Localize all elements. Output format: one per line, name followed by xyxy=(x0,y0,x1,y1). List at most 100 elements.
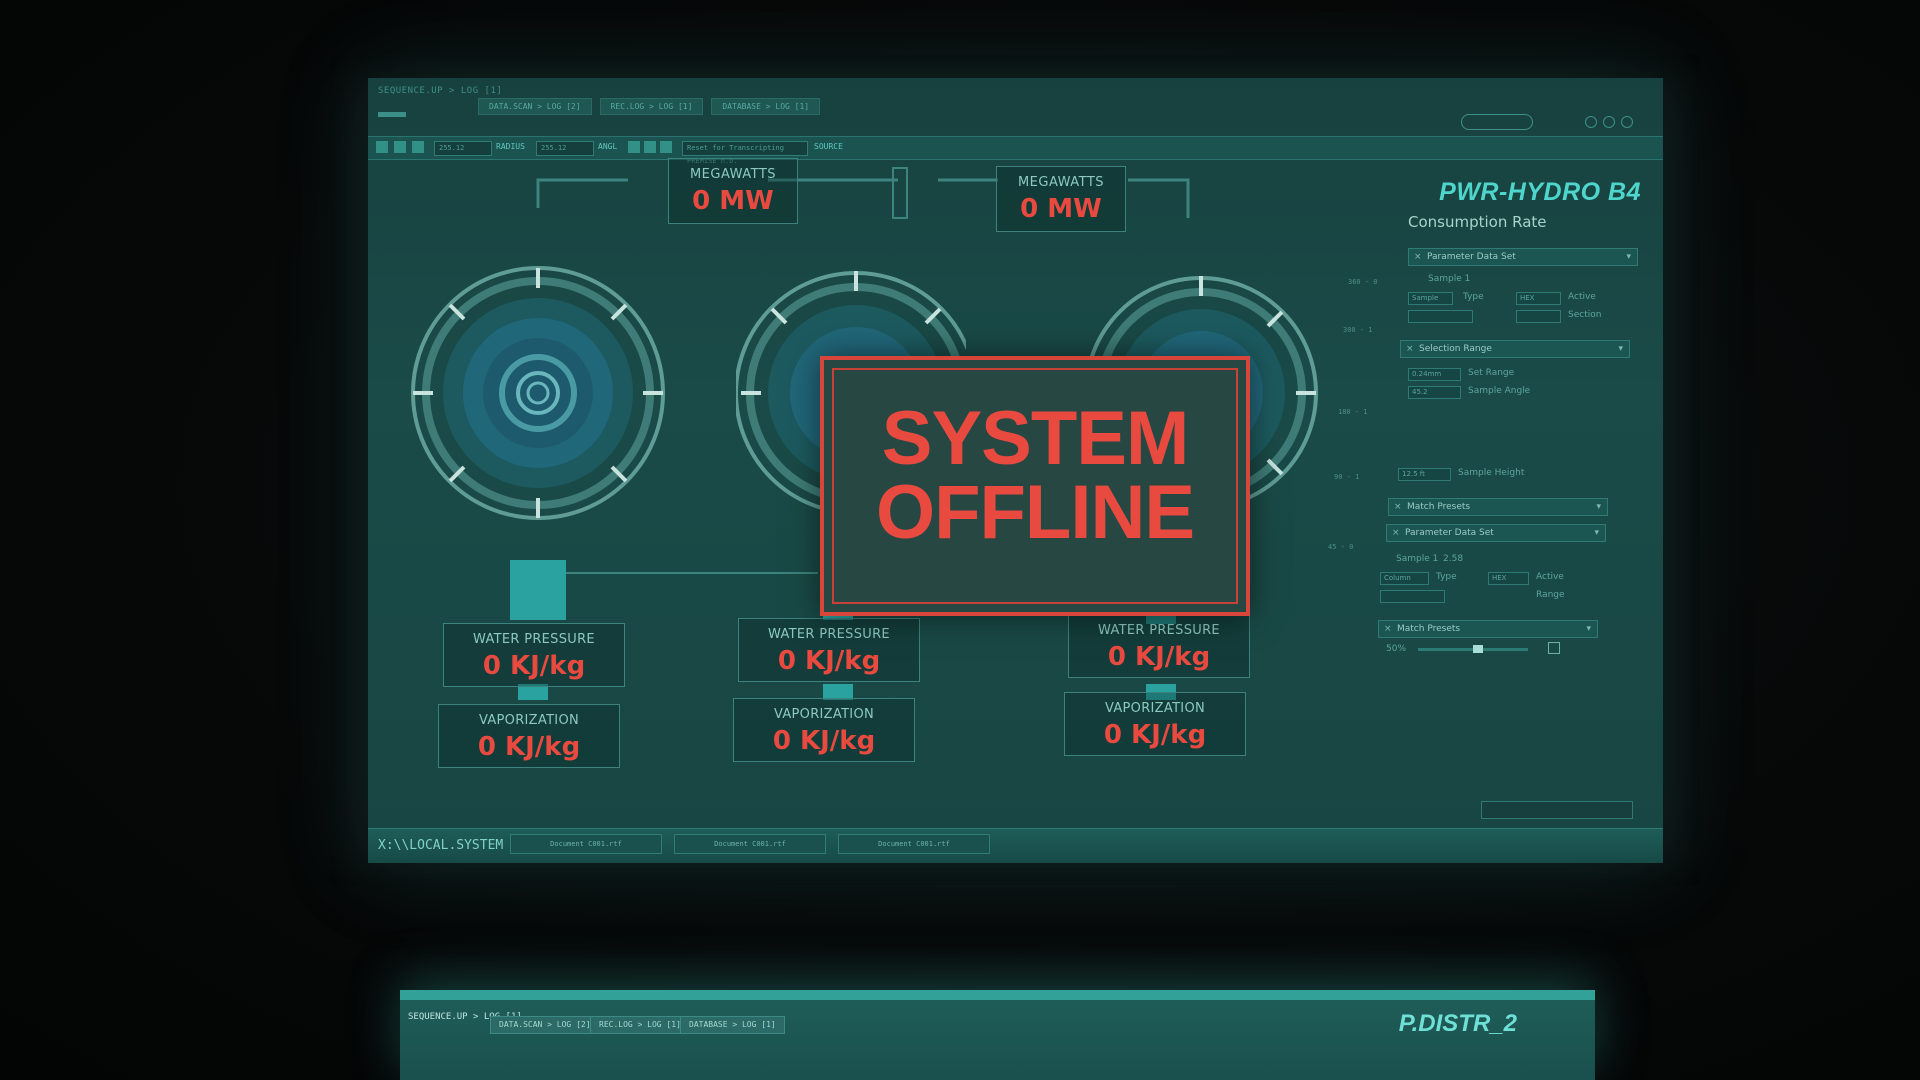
sequence-progress xyxy=(378,112,406,117)
consumption-rate-title: Consumption Rate xyxy=(1408,213,1547,231)
vaporization-value: 0 KJ/kg xyxy=(772,726,876,756)
vaporization-value: 0 KJ/kg xyxy=(477,732,581,762)
megawatts-label: MEGAWATTS xyxy=(1017,175,1105,190)
search-input[interactable]: Reset for Transcripting PREMISE n.b. xyxy=(682,141,808,165)
section-parameter-data-set-2[interactable]: × Parameter Data Set ▾ xyxy=(1386,524,1606,542)
lower-tab-data-scan[interactable]: DATA.SCAN > LOG [2] xyxy=(490,1016,600,1034)
section-label: Parameter Data Set xyxy=(1427,252,1516,262)
section-match-presets-1[interactable]: × Match Presets ▾ xyxy=(1388,498,1608,516)
value-field-2[interactable]: 255.12 xyxy=(536,141,594,156)
height-input[interactable]: 12.5 ft xyxy=(1398,468,1451,481)
percent-label: 50% xyxy=(1386,644,1407,654)
window-status-pill xyxy=(1461,114,1533,130)
collapse-icon: × xyxy=(1414,252,1422,262)
alert-line-2: OFFLINE xyxy=(875,470,1195,555)
section-label: Match Presets xyxy=(1397,624,1461,634)
sample-angle-label: Sample Angle xyxy=(1468,386,1531,396)
zoom-icon[interactable] xyxy=(644,141,656,153)
section-label: Parameter Data Set xyxy=(1405,528,1494,538)
sequence-label: SEQUENCE.UP > LOG [1] xyxy=(378,86,503,96)
type-dropdown[interactable]: HEX xyxy=(1516,292,1561,305)
section-selection-range[interactable]: × Selection Range ▾ xyxy=(1400,340,1630,358)
active-label: Active xyxy=(1536,572,1564,582)
tab-data-scan[interactable]: DATA.SCAN > LOG [2] xyxy=(478,98,592,115)
rotate-icon[interactable] xyxy=(660,141,672,153)
minimize-icon[interactable] xyxy=(1585,116,1597,128)
slider-handle[interactable] xyxy=(1473,645,1483,653)
alert-text: SYSTEM OFFLINE xyxy=(824,396,1246,555)
tab-rec-log[interactable]: REC.LOG > LOG [1] xyxy=(599,98,704,115)
section-label: Match Presets xyxy=(1407,502,1471,512)
type-dropdown[interactable]: HEX xyxy=(1488,572,1529,585)
lock-icon[interactable] xyxy=(1548,642,1560,654)
axis-tick: 360 - 0 xyxy=(1348,278,1378,286)
sample-label: Sample 1 xyxy=(1396,554,1439,564)
water-pressure-value: 0 KJ/kg xyxy=(777,646,881,676)
chevron-down-icon: ▾ xyxy=(1596,502,1601,512)
angle-input[interactable]: 45.2 xyxy=(1408,386,1461,399)
value-field-1[interactable]: 255.12 xyxy=(434,141,492,156)
sample-label: Sample 1 xyxy=(1428,274,1471,284)
collapse-icon: × xyxy=(1392,528,1400,538)
megawatts-box-left: MEGAWATTS 0 MW xyxy=(668,158,798,224)
section-label: Section xyxy=(1568,310,1602,320)
radius-label: RADIUS xyxy=(496,142,525,151)
sample-value: 2.58 xyxy=(1443,554,1464,564)
vaporization-box-1: VAPORIZATION 0 KJ/kg xyxy=(438,704,620,768)
section-selector[interactable] xyxy=(1516,310,1561,323)
water-pressure-box-3: WATER PRESSURE 0 KJ/kg xyxy=(1068,614,1250,678)
system-title: PWR-HYDRO B4 xyxy=(1439,178,1641,206)
lower-system-title: P.DISTR_2 xyxy=(1398,1010,1517,1037)
angle-label: ANGL xyxy=(598,142,618,151)
settings-icon[interactable] xyxy=(412,141,424,153)
system-offline-alert: SYSTEM OFFLINE xyxy=(820,356,1250,616)
mode-selector[interactable] xyxy=(1380,590,1445,603)
lower-monitor-screen: SEQUENCE.UP > LOG [1] DATA.SCAN > LOG [2… xyxy=(400,990,1595,1080)
status-bar: X:\\LOCAL.SYSTEM Document C001.rtf Docum… xyxy=(368,801,1663,863)
water-pressure-box-1: WATER PRESSURE 0 KJ/kg xyxy=(443,623,625,687)
source-label: SOURCE xyxy=(814,142,843,151)
close-icon[interactable] xyxy=(1621,116,1633,128)
document-tab[interactable]: Document C001.rtf xyxy=(674,834,826,854)
section-label: Selection Range xyxy=(1419,344,1492,354)
vaporization-box-2: VAPORIZATION 0 KJ/kg xyxy=(733,698,915,762)
user-icon[interactable] xyxy=(394,141,406,153)
axis-tick: 180 - 1 xyxy=(1338,408,1368,416)
column-dropdown[interactable]: Column xyxy=(1380,572,1429,585)
turbine-gauge-left xyxy=(411,266,665,520)
document-tab[interactable]: Document C001.rtf xyxy=(510,834,662,854)
maximize-icon[interactable] xyxy=(1603,116,1615,128)
section-match-presets-2[interactable]: × Match Presets ▾ xyxy=(1378,620,1598,638)
section-parameter-data-set-1[interactable]: × Parameter Data Set ▾ xyxy=(1408,248,1638,266)
water-pressure-label: WATER PRESSURE xyxy=(768,627,890,642)
lower-tab-rec-log[interactable]: REC.LOG > LOG [1] xyxy=(590,1016,690,1034)
mode-selector[interactable] xyxy=(1408,310,1473,323)
type-label: Type xyxy=(1463,292,1484,302)
grid-icon[interactable] xyxy=(628,141,640,153)
search-field[interactable] xyxy=(1481,801,1633,819)
lower-tab-database[interactable]: DATABASE > LOG [1] xyxy=(680,1016,785,1034)
water-pressure-value: 0 KJ/kg xyxy=(1107,642,1211,672)
axis-tick: 90 - 1 xyxy=(1334,473,1360,481)
lower-monitor-topstrip xyxy=(400,990,1595,1000)
range-input[interactable]: 0.24mm xyxy=(1408,368,1461,381)
tab-database[interactable]: DATABASE > LOG [1] xyxy=(711,98,821,115)
chevron-down-icon: ▾ xyxy=(1594,528,1599,538)
alert-line-1: SYSTEM xyxy=(881,396,1190,481)
home-icon[interactable] xyxy=(376,141,388,153)
sample-dropdown[interactable]: Sample xyxy=(1408,292,1453,305)
chevron-down-icon: ▾ xyxy=(1626,252,1631,262)
toolbar: 255.12 RADIUS 255.12 ANGL Reset for Tran… xyxy=(368,136,1663,165)
vaporization-label: VAPORIZATION xyxy=(773,707,874,722)
set-range-label: Set Range xyxy=(1468,368,1515,378)
vaporization-value: 0 KJ/kg xyxy=(1103,720,1207,750)
document-tab[interactable]: Document C001.rtf xyxy=(838,834,990,854)
window-controls xyxy=(1585,116,1633,128)
chevron-down-icon: ▾ xyxy=(1586,624,1591,634)
water-pressure-value: 0 KJ/kg xyxy=(482,651,586,681)
chevron-down-icon: ▾ xyxy=(1618,344,1623,354)
water-pressure-label: WATER PRESSURE xyxy=(1098,623,1220,638)
axis-tick: 300 - 1 xyxy=(1343,326,1373,334)
vaporization-label: VAPORIZATION xyxy=(1104,701,1205,716)
axis-tick: 45 - 0 xyxy=(1328,543,1354,551)
